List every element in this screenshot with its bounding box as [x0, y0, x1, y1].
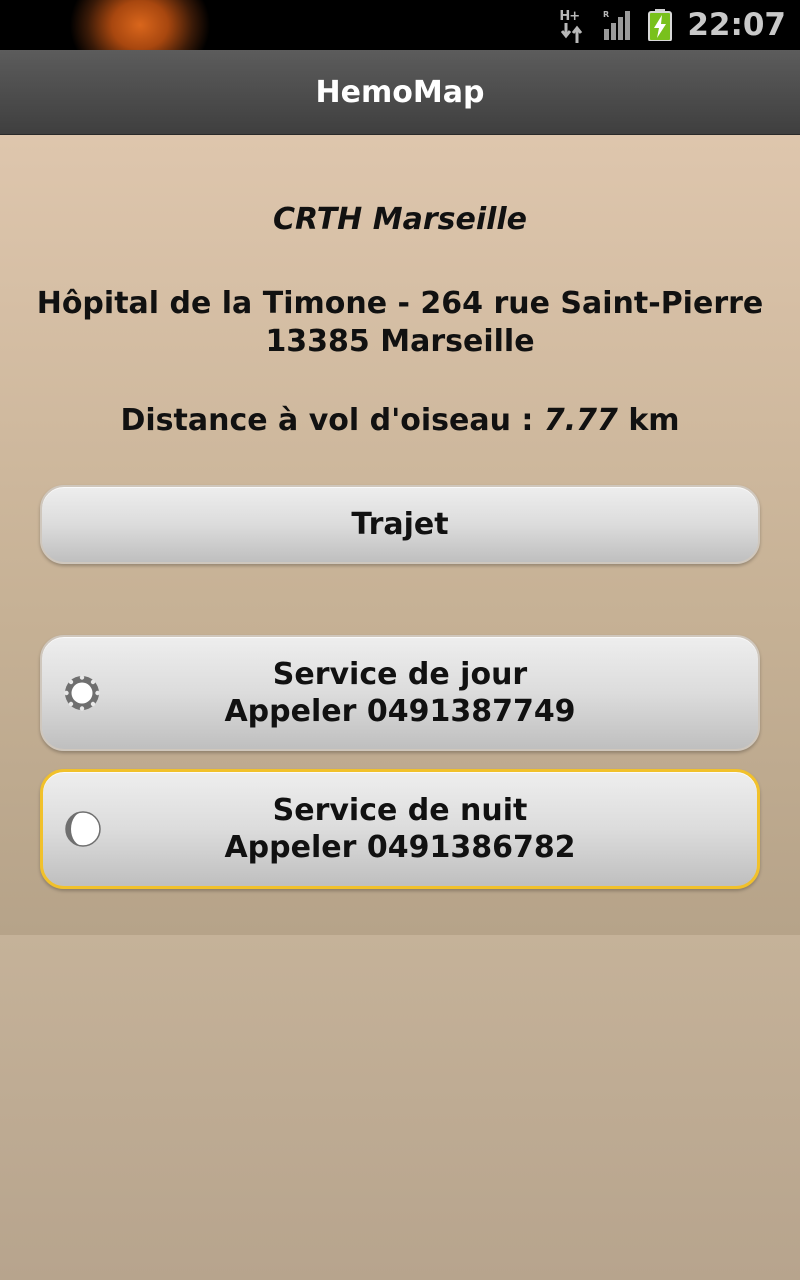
distance-info: Distance à vol d'oiseau : 7.77 km	[0, 403, 800, 438]
clock: 22:07	[687, 7, 786, 43]
signal-icon: R	[603, 10, 631, 40]
center-address: Hôpital de la Timone - 264 rue Saint-Pie…	[0, 285, 800, 361]
center-name: CRTH Marseille	[272, 202, 528, 237]
battery-charging-icon	[648, 9, 673, 41]
empty-background	[0, 935, 800, 1280]
distance-unit: km	[628, 403, 680, 438]
svg-text:R: R	[603, 10, 609, 19]
day-service-title: Service de jour	[272, 657, 528, 692]
night-service-phone: Appeler 0491386782	[224, 830, 576, 865]
status-bar: H+ R 22:07	[0, 0, 800, 50]
status-icons: H+ R 22:07	[557, 0, 800, 50]
route-button[interactable]: Trajet	[40, 485, 760, 564]
action-bar: HemoMap	[0, 50, 800, 135]
hplus-data-icon: H+	[557, 3, 597, 47]
night-service-title: Service de nuit	[272, 793, 528, 828]
day-service-phone: Appeler 0491387749	[224, 694, 576, 729]
network-type-label: H+	[559, 9, 580, 24]
call-night-service-button[interactable]: Service de nuit Appeler 0491386782	[40, 769, 760, 889]
distance-label: Distance à vol d'oiseau :	[120, 403, 544, 438]
address-line-2: 13385 Marseille	[265, 324, 535, 359]
sun-icon	[64, 675, 100, 711]
day-service-text: Service de jour Appeler 0491387749	[224, 656, 575, 730]
app-title: HemoMap	[315, 74, 485, 110]
address-line-1: Hôpital de la Timone - 264 rue Saint-Pie…	[36, 286, 764, 321]
call-day-service-button[interactable]: Service de jour Appeler 0491387749	[40, 635, 760, 751]
night-service-text: Service de nuit Appeler 0491386782	[224, 792, 575, 866]
moon-icon	[65, 811, 101, 847]
notification-glow-icon	[0, 0, 256, 50]
distance-value: 7.77	[543, 403, 618, 438]
route-button-label: Trajet	[351, 507, 449, 542]
